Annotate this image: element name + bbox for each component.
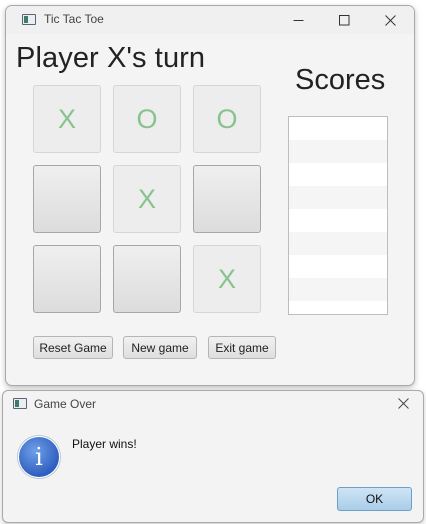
board-cell-8[interactable]: [113, 245, 181, 313]
app-icon: [13, 398, 27, 409]
close-icon: [398, 398, 409, 409]
scores-title: Scores: [295, 64, 386, 96]
window-title: Tic Tac Toe: [44, 12, 104, 26]
score-row[interactable]: [289, 140, 387, 163]
turn-label: Player X's turn: [16, 42, 206, 74]
maximize-button[interactable]: [322, 6, 367, 34]
score-row[interactable]: [289, 186, 387, 209]
title-bar: Tic Tac Toe: [6, 6, 414, 34]
maximize-icon: [339, 14, 350, 25]
close-icon: [385, 14, 396, 26]
score-row[interactable]: [289, 232, 387, 255]
scores-list[interactable]: [288, 116, 388, 315]
score-row[interactable]: [289, 117, 387, 140]
board-cell-6[interactable]: [193, 165, 261, 233]
score-row[interactable]: [289, 278, 387, 301]
board-cell-5[interactable]: X: [113, 165, 181, 233]
dialog-title: Game Over: [34, 397, 97, 411]
ok-button[interactable]: OK: [337, 487, 412, 511]
board-cell-2[interactable]: O: [113, 85, 181, 153]
minimize-button[interactable]: [276, 6, 321, 34]
new-game-button[interactable]: New game: [123, 336, 197, 359]
board-cell-1[interactable]: X: [33, 85, 101, 153]
dialog-message: Player wins!: [72, 437, 137, 451]
board-cell-4[interactable]: [33, 165, 101, 233]
score-row[interactable]: [289, 209, 387, 232]
game-over-dialog: Game Over i Player wins! OK: [2, 390, 424, 523]
close-button[interactable]: [368, 6, 413, 34]
reset-game-button[interactable]: Reset Game: [33, 336, 113, 359]
minimize-icon: [293, 19, 304, 21]
score-row[interactable]: [289, 301, 387, 314]
app-icon: [22, 14, 36, 25]
dialog-close-button[interactable]: [398, 396, 409, 414]
exit-game-button[interactable]: Exit game: [208, 336, 276, 359]
info-icon: i: [18, 436, 60, 478]
main-window: Tic Tac Toe Player X's turn X O O X X Sc…: [5, 5, 415, 386]
board-cell-9[interactable]: X: [193, 245, 261, 313]
board-cell-3[interactable]: O: [193, 85, 261, 153]
score-row[interactable]: [289, 163, 387, 186]
score-row[interactable]: [289, 255, 387, 278]
board-cell-7[interactable]: [33, 245, 101, 313]
